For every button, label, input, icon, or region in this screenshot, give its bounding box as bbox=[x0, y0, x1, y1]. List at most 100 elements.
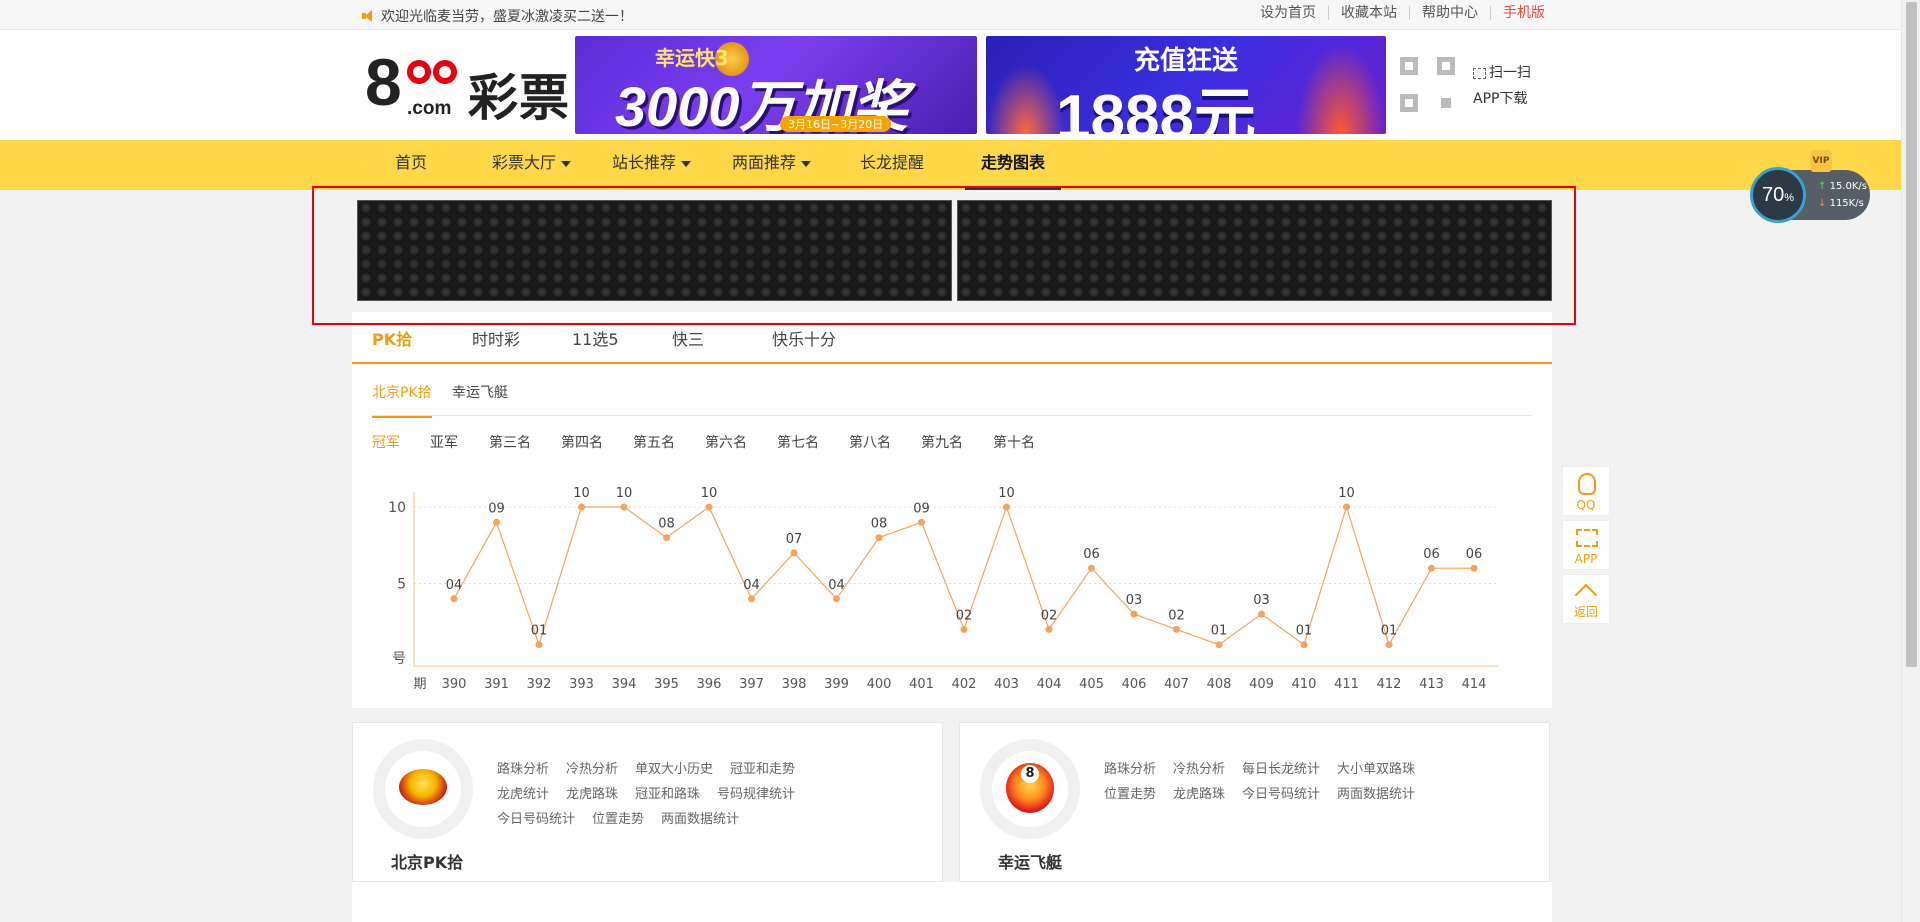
x-tick-label: 398 bbox=[782, 677, 807, 692]
nav-home[interactable]: 首页 bbox=[395, 140, 427, 190]
data-point bbox=[790, 549, 798, 557]
data-label: 04 bbox=[828, 578, 845, 593]
tab-position-7[interactable]: 第七名 bbox=[777, 432, 819, 452]
series-line bbox=[453, 504, 1474, 647]
link-road-analysis[interactable]: 路珠分析 bbox=[1104, 762, 1156, 777]
link-dragon-tiger-road[interactable]: 龙虎路珠 bbox=[1173, 787, 1225, 802]
link-today-numbers[interactable]: 今日号码统计 bbox=[1242, 787, 1320, 802]
data-label: 01 bbox=[1296, 624, 1313, 639]
logo-com: .com bbox=[407, 98, 452, 119]
link-odd-even-history[interactable]: 单双大小历史 bbox=[635, 762, 713, 777]
data-label: 10 bbox=[616, 486, 633, 501]
tab-position-8[interactable]: 第八名 bbox=[849, 432, 891, 452]
link-sum-trend[interactable]: 冠亚和走势 bbox=[730, 762, 795, 777]
link-road-analysis[interactable]: 路珠分析 bbox=[497, 762, 549, 777]
x-tick-label: 409 bbox=[1249, 677, 1274, 692]
banner-recharge[interactable]: 充值狂送 1888元 bbox=[986, 36, 1386, 134]
link-two-sides-stats[interactable]: 两面数据统计 bbox=[1337, 787, 1415, 802]
nav-recommend[interactable]: 站长推荐 bbox=[612, 140, 692, 190]
tab-position-6[interactable]: 第六名 bbox=[705, 432, 747, 452]
link-two-sides-stats[interactable]: 两面数据统计 bbox=[661, 812, 739, 827]
tab-k3[interactable]: 快三 bbox=[672, 326, 704, 350]
tab-position-3[interactable]: 第三名 bbox=[489, 432, 531, 452]
link-sum-road[interactable]: 冠亚和路珠 bbox=[635, 787, 700, 802]
link-dragon-tiger-stats[interactable]: 龙虎统计 bbox=[497, 787, 549, 802]
tab-position-9[interactable]: 第九名 bbox=[921, 432, 963, 452]
link-number-pattern[interactable]: 号码规律统计 bbox=[717, 787, 795, 802]
tab-position-2[interactable]: 亚军 bbox=[430, 432, 458, 452]
tab-position-5[interactable]: 第五名 bbox=[633, 432, 675, 452]
data-label: 08 bbox=[658, 517, 675, 532]
upload-rate: 15.0K/s bbox=[1829, 181, 1867, 192]
set-homepage-link[interactable]: 设为首页 bbox=[1248, 6, 1329, 20]
scrollbar-thumb[interactable] bbox=[1906, 2, 1917, 667]
help-center-link[interactable]: 帮助中心 bbox=[1410, 6, 1491, 20]
data-point bbox=[1215, 641, 1223, 649]
link-hot-cold[interactable]: 冷热分析 bbox=[1173, 762, 1225, 777]
caret-down-icon bbox=[801, 160, 812, 167]
tab-position-1[interactable]: 冠军 bbox=[372, 432, 400, 452]
data-point bbox=[875, 534, 883, 542]
mobile-version-link[interactable]: 手机版 bbox=[1491, 6, 1545, 20]
banner1-date: 3月16日~3月20日 bbox=[780, 116, 892, 132]
logo-rings bbox=[407, 60, 457, 84]
qq-float-button[interactable]: QQ bbox=[1562, 466, 1610, 516]
tab-position-4[interactable]: 第四名 bbox=[561, 432, 603, 452]
nav-two-sides[interactable]: 两面推荐 bbox=[732, 140, 812, 190]
app-float-button[interactable]: APP bbox=[1562, 520, 1610, 570]
card-lucky-boat: 8 幸运飞艇 路珠分析 冷热分析 每日长龙统计 大小单双路珠 位置走势 龙虎路珠 今日号码… bbox=[959, 722, 1550, 882]
top-links: 设为首页 收藏本站 帮助中心 手机版 bbox=[1248, 6, 1545, 20]
qr-code-icon[interactable] bbox=[1400, 57, 1455, 112]
app-download-text[interactable]: 扫一扫 APP下载 bbox=[1473, 60, 1531, 112]
card-links: 路珠分析 冷热分析 单双大小历史 冠亚和走势 龙虎统计 龙虎路珠 冠亚和路珠 号码规律统计 … bbox=[497, 757, 927, 832]
x-tick-label: 394 bbox=[612, 677, 637, 692]
top-bar: 欢迎光临麦当劳，盛夏冰激凌买二送一！ 设为首页 收藏本站 帮助中心 手机版 bbox=[0, 0, 1901, 30]
data-point bbox=[1470, 564, 1478, 572]
data-label: 06 bbox=[1466, 547, 1483, 562]
nav-trend-chart[interactable]: 走势图表 bbox=[964, 140, 1062, 190]
tab-pk10[interactable]: PK拾 bbox=[372, 326, 412, 350]
tab-lucky-boat[interactable]: 幸运飞艇 bbox=[452, 382, 508, 416]
download-arrow-icon: ↓ bbox=[1818, 198, 1827, 209]
x-tick-label: 410 bbox=[1292, 677, 1317, 692]
link-today-numbers[interactable]: 今日号码统计 bbox=[497, 812, 575, 827]
network-speed-widget[interactable]: VIP 70% ↑ 15.0K/s ↓ 115K/s bbox=[1750, 150, 1870, 223]
data-label: 09 bbox=[913, 501, 930, 516]
data-point bbox=[1173, 625, 1180, 633]
download-rate: 115K/s bbox=[1829, 198, 1864, 209]
site-logo[interactable]: 8 .com 彩票 bbox=[365, 45, 570, 127]
link-dragon-tiger-road[interactable]: 龙虎路珠 bbox=[566, 787, 618, 802]
banner-lucky-k3[interactable]: 幸运快3 3000万加奖 3月16日~3月20日 bbox=[575, 36, 977, 134]
x-tick-label: 403 bbox=[994, 677, 1019, 692]
tab-11x5[interactable]: 11选5 bbox=[572, 326, 619, 350]
card-icon-circle[interactable] bbox=[373, 739, 473, 839]
x-tick-label: 414 bbox=[1462, 677, 1487, 692]
welcome-message: 欢迎光临麦当劳，盛夏冰激凌买二送一！ bbox=[361, 6, 633, 26]
tab-happy10[interactable]: 快乐十分 bbox=[772, 326, 836, 350]
card-icon-circle[interactable]: 8 bbox=[980, 739, 1080, 839]
data-point bbox=[1130, 610, 1138, 618]
tab-position-10[interactable]: 第十名 bbox=[993, 432, 1035, 452]
data-label: 06 bbox=[1083, 547, 1100, 562]
link-daily-dragon[interactable]: 每日长龙统计 bbox=[1242, 762, 1320, 777]
page-scrollbar[interactable] bbox=[1901, 0, 1920, 922]
tab-ssc[interactable]: 时时彩 bbox=[472, 326, 520, 350]
link-position-trend[interactable]: 位置走势 bbox=[592, 812, 644, 827]
x-tick-label: 400 bbox=[867, 677, 892, 692]
link-hot-cold[interactable]: 冷热分析 bbox=[566, 762, 618, 777]
qq-label: QQ bbox=[1576, 498, 1596, 512]
nav-long-dragon[interactable]: 长龙提醒 bbox=[860, 140, 924, 190]
logo-number: 8 bbox=[365, 45, 402, 119]
back-to-top-button[interactable]: 返回 bbox=[1562, 574, 1610, 624]
data-label: 10 bbox=[701, 486, 718, 501]
tab-beijing-pk10[interactable]: 北京PK拾 bbox=[372, 382, 432, 418]
y-tick-label: 5 bbox=[397, 577, 406, 593]
nav-lottery-hall[interactable]: 彩票大厅 bbox=[492, 140, 572, 190]
link-position-trend[interactable]: 位置走势 bbox=[1104, 787, 1156, 802]
nav-label: 站长推荐 bbox=[612, 153, 677, 172]
link-size-parity-road[interactable]: 大小单双路珠 bbox=[1337, 762, 1415, 777]
card-links: 路珠分析 冷热分析 每日长龙统计 大小单双路珠 位置走势 龙虎路珠 今日号码统计 两面数据统… bbox=[1104, 757, 1534, 807]
data-point bbox=[535, 641, 543, 649]
bookmark-link[interactable]: 收藏本站 bbox=[1329, 6, 1410, 20]
x-tick-label: 396 bbox=[697, 677, 722, 692]
